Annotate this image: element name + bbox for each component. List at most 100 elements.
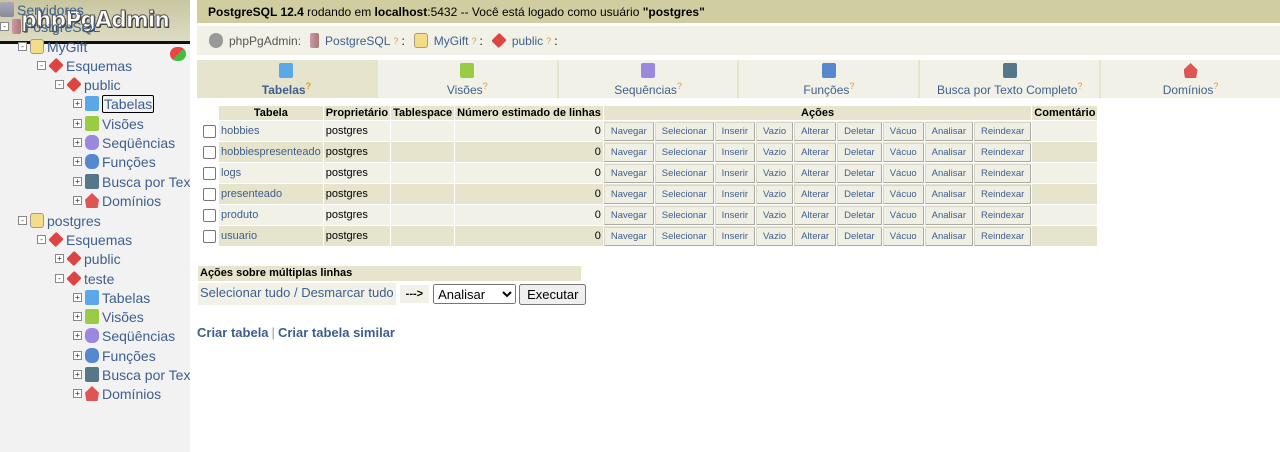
help-icon[interactable]: ?	[677, 81, 682, 91]
action-selecionar-button[interactable]: Selecionar	[654, 184, 714, 204]
action-analisar-button[interactable]: Analisar	[924, 184, 973, 204]
action-deletar-button[interactable]: Deletar	[837, 226, 882, 246]
tree-item[interactable]: + Visões	[73, 114, 144, 133]
action-deletar-button[interactable]: Deletar	[837, 121, 882, 141]
action-alterar-button[interactable]: Alterar	[794, 142, 837, 162]
help-icon[interactable]: ?	[471, 36, 476, 46]
collapse-icon[interactable]: -	[55, 274, 64, 283]
deselect-all-link[interactable]: Desmarcar tudo	[301, 285, 393, 300]
action-reindexar-button[interactable]: Reindexar	[973, 226, 1032, 246]
row-checkbox[interactable]	[203, 229, 216, 243]
action-selecionar-button[interactable]: Selecionar	[654, 226, 714, 246]
tree-item[interactable]: - teste	[55, 269, 114, 288]
tree-item[interactable]: + Busca por Texto Completo	[73, 365, 190, 384]
action-alterar-button[interactable]: Alterar	[794, 226, 837, 246]
tab-0[interactable]: Tabelas?	[197, 60, 376, 98]
help-icon[interactable]: ?	[393, 36, 398, 46]
action-deletar-button[interactable]: Deletar	[837, 163, 882, 183]
row-checkbox[interactable]	[203, 208, 216, 222]
table-name-link[interactable]: produto	[221, 209, 258, 221]
action-inserir-button[interactable]: Inserir	[714, 121, 756, 141]
collapse-icon[interactable]: -	[37, 61, 46, 70]
action-reindexar-button[interactable]: Reindexar	[973, 184, 1032, 204]
action-alterar-button[interactable]: Alterar	[794, 184, 837, 204]
tab-5[interactable]: Domínios?	[1101, 60, 1280, 98]
action-deletar-button[interactable]: Deletar	[837, 142, 882, 162]
action-alterar-button[interactable]: Alterar	[794, 121, 837, 141]
action-analisar-button[interactable]: Analisar	[924, 205, 973, 225]
action-navegar-button[interactable]: Navegar	[603, 142, 654, 162]
action-analisar-button[interactable]: Analisar	[924, 142, 973, 162]
collapse-icon[interactable]: -	[18, 216, 27, 225]
action-analisar-button[interactable]: Analisar	[924, 226, 973, 246]
action-vazio-button[interactable]: Vazio	[756, 121, 794, 141]
tree-item[interactable]: + Funções	[73, 152, 156, 171]
expand-icon[interactable]: +	[73, 138, 82, 147]
action-deletar-button[interactable]: Deletar	[837, 184, 882, 204]
help-icon[interactable]: ?	[483, 81, 488, 91]
tree-item[interactable]: + Domínios	[73, 384, 161, 403]
select-all-link[interactable]: Selecionar tudo	[200, 285, 290, 300]
action-vácuo-button[interactable]: Vácuo	[882, 121, 924, 141]
expand-icon[interactable]: +	[73, 177, 82, 186]
tree-item[interactable]: - MyGift	[18, 37, 87, 56]
action-vácuo-button[interactable]: Vácuo	[882, 163, 924, 183]
tree-item[interactable]: - Esquemas	[37, 56, 132, 75]
table-name-link[interactable]: usuario	[221, 230, 257, 242]
action-vazio-button[interactable]: Vazio	[756, 226, 794, 246]
action-navegar-button[interactable]: Navegar	[603, 121, 654, 141]
breadcrumb-item[interactable]: MyGift	[434, 34, 469, 48]
action-navegar-button[interactable]: Navegar	[603, 226, 654, 246]
tab-1[interactable]: Visões?	[377, 60, 557, 98]
expand-icon[interactable]: +	[73, 99, 82, 108]
tab-2[interactable]: Sequências?	[558, 60, 738, 98]
action-select[interactable]: Analisar	[433, 284, 517, 304]
action-vazio-button[interactable]: Vazio	[756, 142, 794, 162]
action-vazio-button[interactable]: Vazio	[756, 163, 794, 183]
action-reindexar-button[interactable]: Reindexar	[973, 163, 1032, 183]
tree-item[interactable]: + Tabelas	[73, 288, 150, 307]
expand-icon[interactable]: +	[73, 312, 82, 321]
tree-item[interactable]: + Tabelas	[73, 94, 155, 113]
action-deletar-button[interactable]: Deletar	[837, 205, 882, 225]
help-icon[interactable]: ?	[306, 81, 312, 91]
row-checkbox[interactable]	[203, 187, 216, 201]
action-inserir-button[interactable]: Inserir	[714, 226, 756, 246]
action-selecionar-button[interactable]: Selecionar	[654, 205, 714, 225]
tree-item[interactable]: + Domínios	[73, 191, 161, 210]
action-inserir-button[interactable]: Inserir	[714, 163, 756, 183]
action-inserir-button[interactable]: Inserir	[714, 184, 756, 204]
collapse-icon[interactable]: -	[37, 235, 46, 244]
create-table-link[interactable]: Criar tabela	[197, 325, 269, 340]
expand-icon[interactable]: +	[73, 293, 82, 302]
tree-item[interactable]: + Visões	[73, 307, 144, 326]
execute-button[interactable]: Executar	[519, 283, 587, 305]
breadcrumb-item[interactable]: public	[512, 34, 543, 48]
action-navegar-button[interactable]: Navegar	[603, 184, 654, 204]
action-vazio-button[interactable]: Vazio	[756, 205, 794, 225]
action-reindexar-button[interactable]: Reindexar	[973, 121, 1032, 141]
create-table-like-link[interactable]: Criar tabela similar	[278, 325, 395, 340]
help-icon[interactable]: ?	[1077, 81, 1082, 91]
collapse-icon[interactable]: -	[55, 80, 64, 89]
row-checkbox[interactable]	[203, 124, 216, 138]
action-alterar-button[interactable]: Alterar	[794, 163, 837, 183]
tree-item[interactable]: + Funções	[73, 346, 156, 365]
action-alterar-button[interactable]: Alterar	[794, 205, 837, 225]
tree-item[interactable]: - public	[55, 75, 121, 94]
row-checkbox[interactable]	[203, 166, 216, 180]
expand-icon[interactable]: +	[73, 119, 82, 128]
expand-icon[interactable]: +	[73, 196, 82, 205]
action-navegar-button[interactable]: Navegar	[603, 163, 654, 183]
breadcrumb-root[interactable]: phpPgAdmin:	[229, 34, 301, 48]
action-selecionar-button[interactable]: Selecionar	[654, 142, 714, 162]
expand-icon[interactable]: +	[73, 351, 82, 360]
expand-icon[interactable]: +	[73, 389, 82, 398]
action-analisar-button[interactable]: Analisar	[924, 163, 973, 183]
tree-item[interactable]: - Esquemas	[37, 230, 132, 249]
action-reindexar-button[interactable]: Reindexar	[973, 142, 1032, 162]
help-icon[interactable]: ?	[849, 81, 854, 91]
action-inserir-button[interactable]: Inserir	[714, 205, 756, 225]
tree-item[interactable]: + Busca por Texto Completo	[73, 172, 190, 191]
expand-icon[interactable]: +	[73, 331, 82, 340]
